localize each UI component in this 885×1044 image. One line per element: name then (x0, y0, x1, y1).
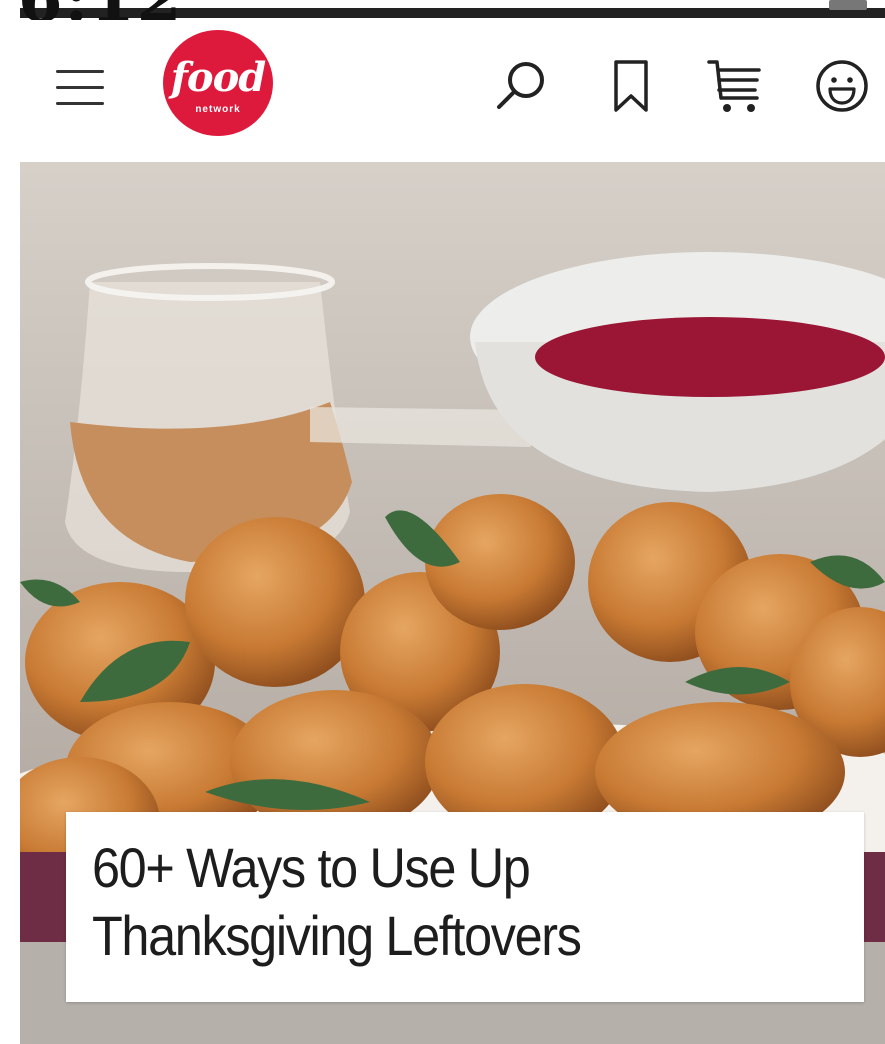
headline-card[interactable]: 60+ Ways to Use Up Thanksgiving Leftover… (66, 812, 864, 1002)
bookmark-button[interactable] (600, 54, 664, 118)
food-network-logo[interactable]: food network (163, 30, 273, 136)
logo-subtitle: network (195, 104, 241, 115)
profile-button[interactable] (810, 54, 874, 118)
bookmark-icon (614, 60, 648, 112)
smiley-profile-icon (816, 60, 868, 112)
battery-icon (829, 0, 867, 10)
left-edge (0, 0, 20, 1044)
site-header: food network (20, 20, 885, 162)
search-button[interactable] (490, 54, 554, 118)
status-clock: 6:12 (18, 0, 183, 20)
search-icon (497, 62, 544, 109)
cart-icon (707, 60, 761, 112)
article-headline[interactable]: 60+ Ways to Use Up Thanksgiving Leftover… (92, 834, 758, 970)
menu-icon[interactable] (56, 68, 104, 108)
menu-line (56, 102, 104, 105)
logo-word: food (170, 54, 267, 101)
menu-line (56, 70, 104, 73)
menu-line (56, 86, 104, 89)
cart-button[interactable] (703, 54, 767, 118)
status-bar: 6:12 (0, 0, 885, 20)
